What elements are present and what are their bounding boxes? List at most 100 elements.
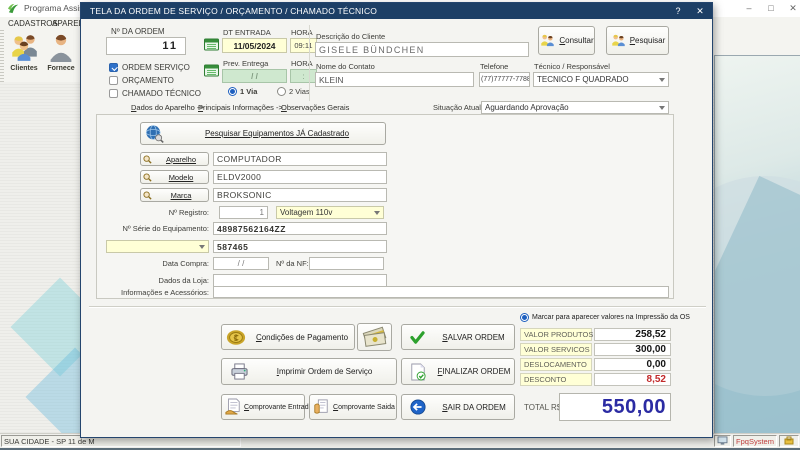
data-compra-field[interactable]: / / xyxy=(213,257,269,270)
pesquisar-label: Pesquisar xyxy=(629,36,666,45)
desconto-label: DESCONTO xyxy=(520,373,592,386)
toolbar-button-fornece[interactable]: Fornece xyxy=(44,32,78,80)
people-icon xyxy=(539,33,556,48)
radio-1-via[interactable] xyxy=(228,87,237,96)
finalizar-ordem-button[interactable]: FINALIZAR ORDEM xyxy=(401,358,515,385)
bills-button[interactable] xyxy=(357,323,392,351)
modelo-field[interactable]: ELDV2000 xyxy=(213,170,387,184)
info-label: Informações e Acessórios: xyxy=(121,288,209,297)
checkbox-ordem-servico-label: ORDEM SERVIÇO xyxy=(122,63,190,72)
minimize-button[interactable]: – xyxy=(740,0,758,16)
close-button[interactable]: ✕ xyxy=(784,0,800,16)
situacao-label: Situação Atual: xyxy=(433,103,484,112)
total-amount: 550,00 xyxy=(601,395,666,418)
dialog-help-button[interactable]: ? xyxy=(669,3,687,19)
sair-ordem-button[interactable]: SAIR DA ORDEM xyxy=(401,394,515,420)
info-field[interactable] xyxy=(213,286,669,298)
imprimir-ordem-button[interactable]: Imprimir Ordem de Serviço xyxy=(221,358,397,385)
desconto-value: 8,52 xyxy=(594,373,671,386)
situacao-select[interactable]: Aguardando Aprovação xyxy=(481,101,669,114)
consultar-label: Consultar xyxy=(559,36,594,45)
phone-field[interactable]: (77)77777-7788 xyxy=(479,72,530,87)
valor-produtos-label: VALOR PRODUTOS xyxy=(520,328,593,341)
print-values-radio[interactable] xyxy=(520,313,529,322)
magnifier-icon xyxy=(143,172,152,182)
aparelho-button[interactable]: Aparelho xyxy=(140,152,209,166)
checkbox-orcamento[interactable] xyxy=(109,76,118,85)
data-compra-label: Data Compra: xyxy=(162,259,209,268)
total-value-box: 550,00 xyxy=(559,393,671,421)
voltagem-select[interactable]: Voltagem 110v xyxy=(276,206,384,219)
valor-servicos-value: 300,00 xyxy=(594,343,671,356)
order-number-field[interactable]: 11 xyxy=(106,37,186,55)
tech-select[interactable]: TECNICO F QUADRADO xyxy=(533,72,669,87)
key-icon xyxy=(784,436,794,446)
globe-search-icon xyxy=(143,124,165,144)
hora-entrega-field[interactable]: : xyxy=(290,69,317,83)
loja-label: Dados da Loja: xyxy=(158,276,209,285)
bills-icon xyxy=(362,326,388,348)
dialog-titlebar[interactable]: TELA DA ORDEM DE SERVIÇO / ORÇAMENTO / C… xyxy=(81,3,712,19)
registro-field[interactable]: 1 xyxy=(219,206,268,219)
valor-produtos-amount: 258,52 xyxy=(635,329,666,340)
nf-field[interactable] xyxy=(309,257,384,270)
contact-field[interactable]: KLEIN xyxy=(315,72,474,87)
modelo-label: Modelo xyxy=(168,172,194,182)
salvar-ordem-button[interactable]: SALVAR ORDEM xyxy=(401,324,515,350)
marca-field[interactable]: BROKSONIC xyxy=(213,188,387,202)
checkbox-chamado-tecnico[interactable] xyxy=(109,89,118,98)
client-desc-field[interactable]: GISELE BÜNDCHEN xyxy=(315,42,529,57)
calendar-icon[interactable] xyxy=(204,38,219,56)
radio-1-via-label: 1 Via xyxy=(240,87,258,96)
statusbar-monitor-cell xyxy=(714,435,731,447)
printer-icon xyxy=(230,363,249,380)
pesquisar-button[interactable]: Pesquisar xyxy=(606,26,669,55)
radio-2-vias[interactable] xyxy=(277,87,286,96)
prev-entrega-field[interactable]: / / xyxy=(222,69,287,83)
toolbar-button-clientes[interactable]: Clientes xyxy=(6,32,42,80)
comprovante-saida-button[interactable]: Comprovante Saida xyxy=(309,394,397,420)
modelo-button[interactable]: Modelo xyxy=(140,170,209,184)
tab-observacoes-gerais[interactable]: Observações Gerais xyxy=(281,103,349,112)
tech-value: TECNICO F QUADRADO xyxy=(537,75,629,84)
comprovante-entrada-button[interactable]: Comprovante Entrada xyxy=(221,394,313,420)
condicoes-pagamento-button[interactable]: Condições de Pagamento xyxy=(221,324,355,350)
tech-label: Técnico / Responsável xyxy=(534,62,610,71)
maximize-button[interactable]: □ xyxy=(762,0,780,16)
order-number-label: Nº DA ORDEM xyxy=(111,27,165,36)
doc-check-icon xyxy=(410,363,426,381)
dialog-close-button[interactable]: ✕ xyxy=(691,3,709,19)
dt-entrada-field[interactable]: 11/05/2024 xyxy=(222,38,287,53)
data-compra-value: / / xyxy=(237,259,245,268)
contact-value: KLEIN xyxy=(319,74,344,85)
finalizar-label: FINALIZAR ORDEM xyxy=(437,367,511,376)
tab-dados-do-aparelho[interactable]: Dados do Aparelho -> xyxy=(131,103,204,112)
serie-label: Nº Série do Equipamento: xyxy=(122,224,209,233)
brand-text: FpqSystem xyxy=(736,436,774,446)
hora-entrega-value: : xyxy=(302,71,305,81)
toolbar-label-clientes: Clientes xyxy=(10,65,38,72)
tab-principais-informacoes[interactable]: Principais Informações -> xyxy=(198,103,283,112)
menu-cadastros[interactable]: CADASTROS xyxy=(8,19,58,28)
consultar-button[interactable]: Consultar xyxy=(538,26,595,55)
aparelho-field[interactable]: COMPUTADOR xyxy=(213,152,387,166)
calendar-icon[interactable] xyxy=(204,64,219,82)
monitor-icon xyxy=(717,436,728,446)
search-equipment-button[interactable]: Pesquisar Equipamentos JÁ Cadastrado xyxy=(140,122,386,145)
valor-produtos-value: 258,52 xyxy=(594,328,671,341)
checkbox-orcamento-label: ORÇAMENTO xyxy=(122,76,174,85)
deslocamento-amount: 0,00 xyxy=(646,359,666,370)
marca-button[interactable]: Marca xyxy=(140,188,209,202)
dialog-title: TELA DA ORDEM DE SERVIÇO / ORÇAMENTO / C… xyxy=(90,6,378,16)
valor-servicos-label: VALOR SERVICOS xyxy=(520,343,592,356)
chevron-down-icon xyxy=(374,210,380,215)
aparelho-value: COMPUTADOR xyxy=(217,154,282,164)
hora-entrada-field[interactable]: 09:11 xyxy=(290,38,317,53)
bottom-separator xyxy=(89,306,706,308)
extra-field[interactable]: 587465 xyxy=(213,240,387,253)
situacao-value: Aguardando Aprovação xyxy=(485,103,569,112)
extra-select[interactable] xyxy=(106,240,209,253)
serie-field[interactable]: 48987562164ZZ xyxy=(213,222,387,235)
order-number-value: 11 xyxy=(162,40,178,52)
checkbox-ordem-servico[interactable] xyxy=(109,63,118,72)
